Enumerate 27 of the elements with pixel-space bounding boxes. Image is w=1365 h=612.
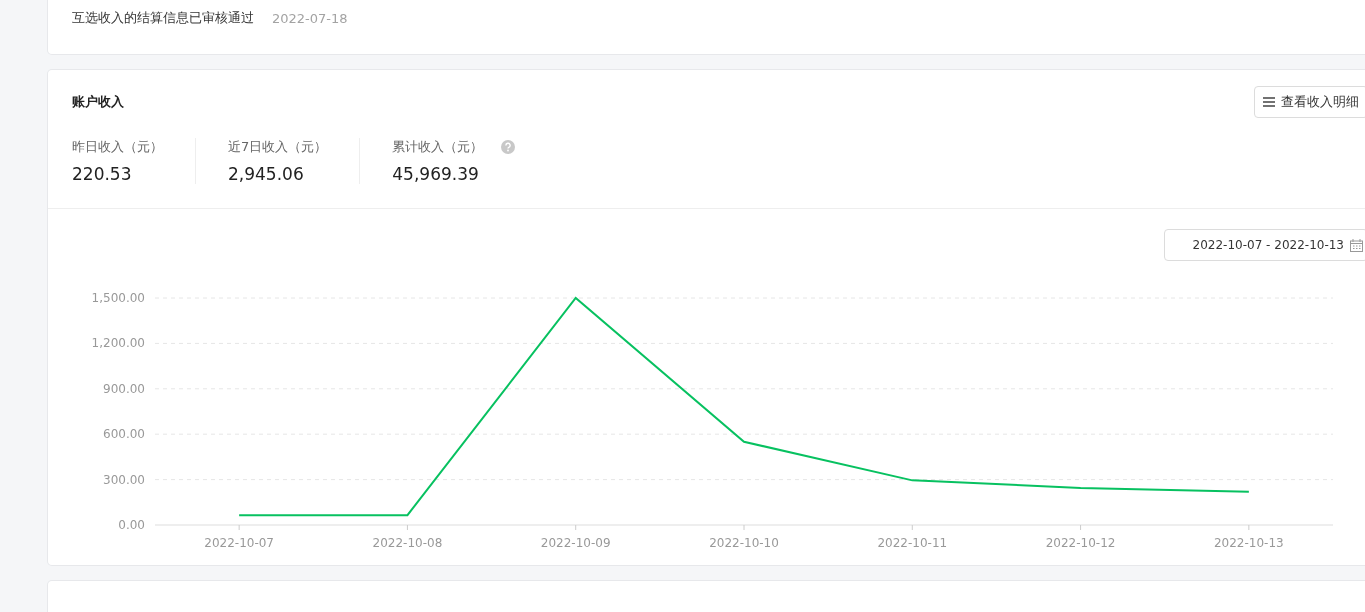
- y-axis-label: 1,500.00: [91, 291, 145, 305]
- detail-button[interactable]: 查看收入明细: [1254, 86, 1365, 118]
- y-axis-label: 1,200.00: [91, 336, 145, 351]
- y-axis-label: 0.00: [118, 518, 145, 532]
- stat-value: 220.53: [72, 164, 133, 184]
- card-title: 账户收入: [72, 93, 124, 111]
- help-icon[interactable]: [501, 140, 516, 154]
- x-axis-label: 2022-10-12: [1045, 536, 1116, 549]
- date-range-picker[interactable]: 2022-10-07 - 2022-10-13: [1163, 229, 1365, 261]
- y-axis-label: 600.00: [103, 427, 145, 442]
- y-axis-label: 900.00: [103, 381, 145, 396]
- x-axis-label: 2022-10-11: [877, 536, 948, 549]
- stat-value: 45,969.39: [392, 164, 480, 184]
- x-axis-label: 2022-10-08: [372, 536, 443, 549]
- notice-text: 互选收入的结算信息已审核通过: [72, 9, 254, 27]
- calendar-icon: [1350, 238, 1363, 252]
- stat-label: 昨日收入（元）: [72, 138, 163, 156]
- y-axis-label: 300.00: [103, 472, 145, 487]
- stat-value: 2,945.06: [228, 164, 305, 184]
- x-axis-label: 2022-10-07: [204, 536, 274, 549]
- list-icon: [1263, 97, 1275, 107]
- x-axis-label: 2022-10-13: [1214, 536, 1284, 549]
- notice-date: 2022-07-18: [272, 10, 348, 26]
- stat-label: 近7日收入（元）: [228, 138, 328, 156]
- x-axis-label: 2022-10-09: [540, 536, 611, 549]
- stat-label: 累计收入（元）: [392, 138, 484, 156]
- x-axis-label: 2022-10-10: [709, 536, 779, 549]
